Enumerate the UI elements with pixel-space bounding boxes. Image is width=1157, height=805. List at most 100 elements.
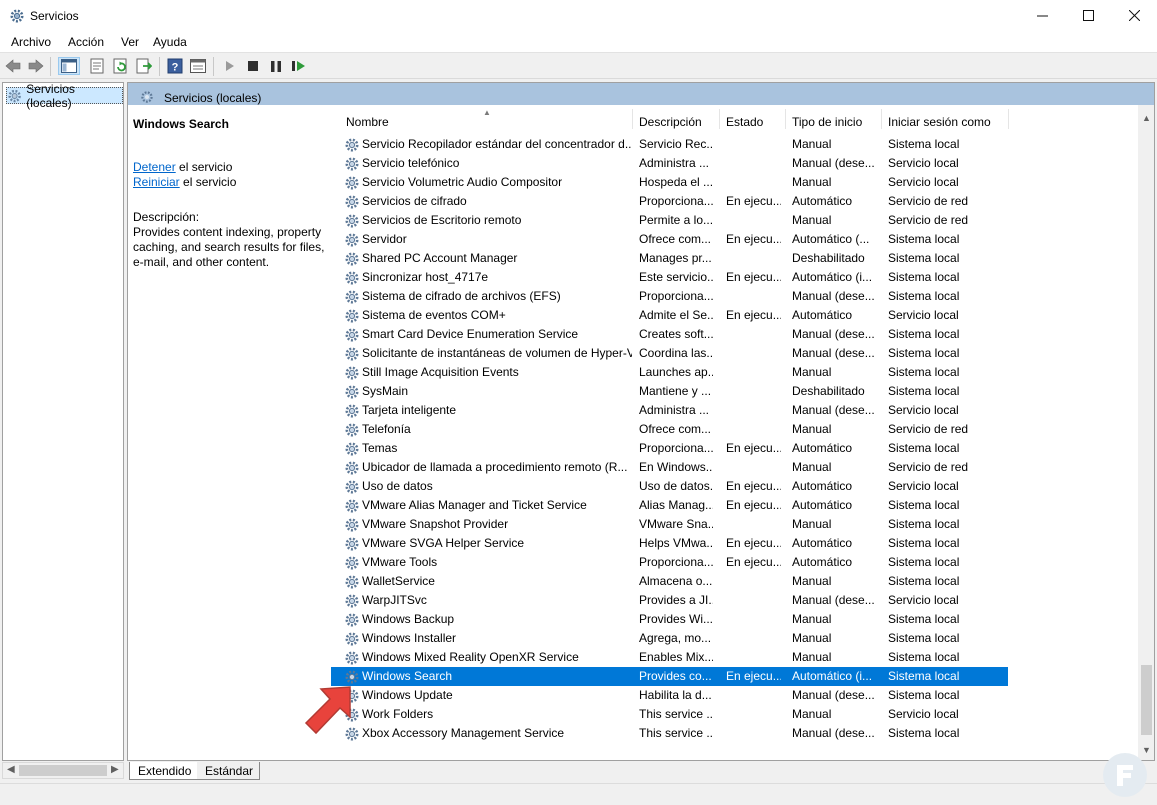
service-name: Windows Update <box>362 688 453 702</box>
table-row[interactable]: Windows Update Habilita la d... Manual (de… <box>331 686 1008 705</box>
service-logon-as: Sistema local <box>888 270 960 284</box>
column-header-startup-type[interactable]: Tipo de inicio <box>785 109 881 135</box>
gear-icon <box>344 194 360 210</box>
table-row[interactable]: Servicio Volumetric Audio Compositor Hosp… <box>331 173 1008 192</box>
table-row[interactable]: Shared PC Account Manager Manages pr... De… <box>331 249 1008 268</box>
table-row[interactable]: Windows Backup Provides Wi... Manual Sistem… <box>331 610 1008 629</box>
menu-ver[interactable]: Ver <box>121 35 139 49</box>
table-row[interactable]: Temas Proporciona... En ejecu... Automático… <box>331 439 1008 458</box>
service-logon-as: Sistema local <box>888 441 960 455</box>
export-list-button[interactable] <box>135 57 153 75</box>
stop-service-button[interactable] <box>244 57 262 75</box>
menu-accion[interactable]: Acción <box>68 35 104 49</box>
table-row[interactable]: WalletService Almacena o... Manual Sistema … <box>331 572 1008 591</box>
service-name: Servidor <box>362 232 407 246</box>
table-row[interactable]: SysMain Mantiene y ... Deshabilitado Sistem… <box>331 382 1008 401</box>
scroll-right-icon[interactable]: ▶ <box>111 764 119 775</box>
restart-service-link[interactable]: Reiniciar <box>133 175 180 189</box>
table-row[interactable]: Uso de datos Uso de datos... En ejecu... Au… <box>331 477 1008 496</box>
menu-ayuda[interactable]: Ayuda <box>153 35 187 49</box>
tab-extendido[interactable]: Extendido <box>129 762 199 780</box>
service-state <box>726 211 781 230</box>
table-row[interactable]: Servicios de Escritorio remoto Permite a … <box>331 211 1008 230</box>
forward-icon <box>28 59 44 73</box>
pointer-arrow-icon <box>304 686 351 735</box>
column-header-state[interactable]: Estado <box>719 109 785 135</box>
table-row[interactable]: Windows Mixed Reality OpenXR Service Enab… <box>331 648 1008 667</box>
table-row[interactable]: Work Folders This service ... Manual Servic… <box>331 705 1008 724</box>
table-row[interactable]: Smart Card Device Enumeration Service Cre… <box>331 325 1008 344</box>
back-button[interactable] <box>4 57 22 75</box>
service-description: Admite el Se... <box>639 308 713 322</box>
service-startup-type: Manual <box>792 422 832 436</box>
table-row[interactable]: Servicio telefónico Administra ... Manual … <box>331 154 1008 173</box>
stop-service-link[interactable]: Detener <box>133 160 176 174</box>
start-service-button[interactable] <box>221 57 239 75</box>
properties-button[interactable] <box>88 57 106 75</box>
table-row[interactable]: Servidor Ofrece com... En ejecu... Automáti… <box>331 230 1008 249</box>
table-row[interactable]: VMware Tools Proporciona... En ejecu... Aut… <box>331 553 1008 572</box>
table-row[interactable]: Servicios de cifrado Proporciona... En eje… <box>331 192 1008 211</box>
table-row[interactable]: Windows Search Provides co... En ejecu... A… <box>331 667 1008 686</box>
column-header-description[interactable]: Descripción <box>632 109 719 135</box>
service-description: Enables Mix... <box>639 650 713 664</box>
pause-service-icon <box>271 60 281 72</box>
scrollbar-thumb[interactable] <box>19 765 107 776</box>
list-vertical-scrollbar[interactable]: ▲ ▼ <box>1138 105 1154 760</box>
column-header-name[interactable]: Nombre <box>339 109 634 135</box>
service-description: Mantiene y ... <box>639 384 712 398</box>
table-row[interactable]: VMware SVGA Helper Service Helps VMwa... E… <box>331 534 1008 553</box>
service-name: Servicios de cifrado <box>362 194 467 208</box>
refresh-button[interactable] <box>112 57 130 75</box>
service-logon-as: Sistema local <box>888 669 960 683</box>
gear-icon <box>344 232 360 248</box>
window-title: Servicios <box>30 9 79 23</box>
service-description: Manages pr... <box>639 251 712 265</box>
table-row[interactable]: Ubicador de llamada a procedimiento remo… <box>331 458 1008 477</box>
close-button[interactable] <box>1111 0 1157 31</box>
tree-horizontal-scrollbar[interactable]: ◀ ▶ <box>2 762 124 779</box>
table-row[interactable]: Solicitante de instantáneas de volumen d… <box>331 344 1008 363</box>
minimize-button[interactable] <box>1019 0 1065 31</box>
table-row[interactable]: Sistema de cifrado de archivos (EFS) Prop… <box>331 287 1008 306</box>
service-logon-as: Sistema local <box>888 650 960 664</box>
table-row[interactable]: Xbox Accessory Management Service This se… <box>331 724 1008 743</box>
pause-service-button[interactable] <box>267 57 285 75</box>
service-name: Tarjeta inteligente <box>362 403 457 417</box>
service-state <box>726 401 781 420</box>
service-startup-type: Manual <box>792 707 832 721</box>
table-row[interactable]: Tarjeta inteligente Administra ... Manual … <box>331 401 1008 420</box>
table-row[interactable]: Windows Installer Agrega, mo... Manual Sist… <box>331 629 1008 648</box>
scrollbar-thumb[interactable] <box>1141 665 1152 735</box>
tree-item-local-services[interactable]: Servicios (locales) <box>6 82 123 110</box>
table-row[interactable]: VMware Snapshot Provider VMware Sna... Man… <box>331 515 1008 534</box>
maximize-button[interactable] <box>1065 0 1111 31</box>
scroll-left-icon[interactable]: ◀ <box>7 764 15 775</box>
menu-archivo[interactable]: Archivo <box>11 35 51 49</box>
table-row[interactable]: Sincronizar host_4717e Este servicio... En… <box>331 268 1008 287</box>
column-header-logon-as[interactable]: Iniciar sesión como <box>881 109 1008 135</box>
restart-service-icon <box>292 61 305 71</box>
show-hide-tree-button[interactable] <box>58 57 80 75</box>
table-row[interactable]: Still Image Acquisition Events Launches a… <box>331 363 1008 382</box>
service-state: En ejecu... <box>726 308 781 322</box>
view-button[interactable] <box>189 57 207 75</box>
gear-icon <box>344 593 360 609</box>
service-state: En ejecu... <box>726 441 781 455</box>
service-name: Windows Mixed Reality OpenXR Service <box>362 650 579 664</box>
restart-service-button[interactable] <box>290 57 308 75</box>
table-row[interactable]: Servicio Recopilador estándar del concen… <box>331 135 1008 154</box>
gear-icon <box>10 9 24 23</box>
service-description: Servicio Rec... <box>639 137 713 151</box>
scroll-up-icon[interactable]: ▲ <box>1142 113 1151 123</box>
help-button[interactable]: ? <box>166 57 184 75</box>
service-description: Provides a JI... <box>639 593 713 607</box>
forward-button[interactable] <box>27 57 45 75</box>
table-row[interactable]: Telefonía Ofrece com... Manual Servicio de … <box>331 420 1008 439</box>
stop-service-icon <box>248 61 258 71</box>
service-logon-as: Sistema local <box>888 536 960 550</box>
table-row[interactable]: WarpJITSvc Provides a JI... Manual (dese..… <box>331 591 1008 610</box>
tab-estandar[interactable]: Estándar <box>197 762 261 780</box>
table-row[interactable]: VMware Alias Manager and Ticket Service A… <box>331 496 1008 515</box>
table-row[interactable]: Sistema de eventos COM+ Admite el Se... En… <box>331 306 1008 325</box>
